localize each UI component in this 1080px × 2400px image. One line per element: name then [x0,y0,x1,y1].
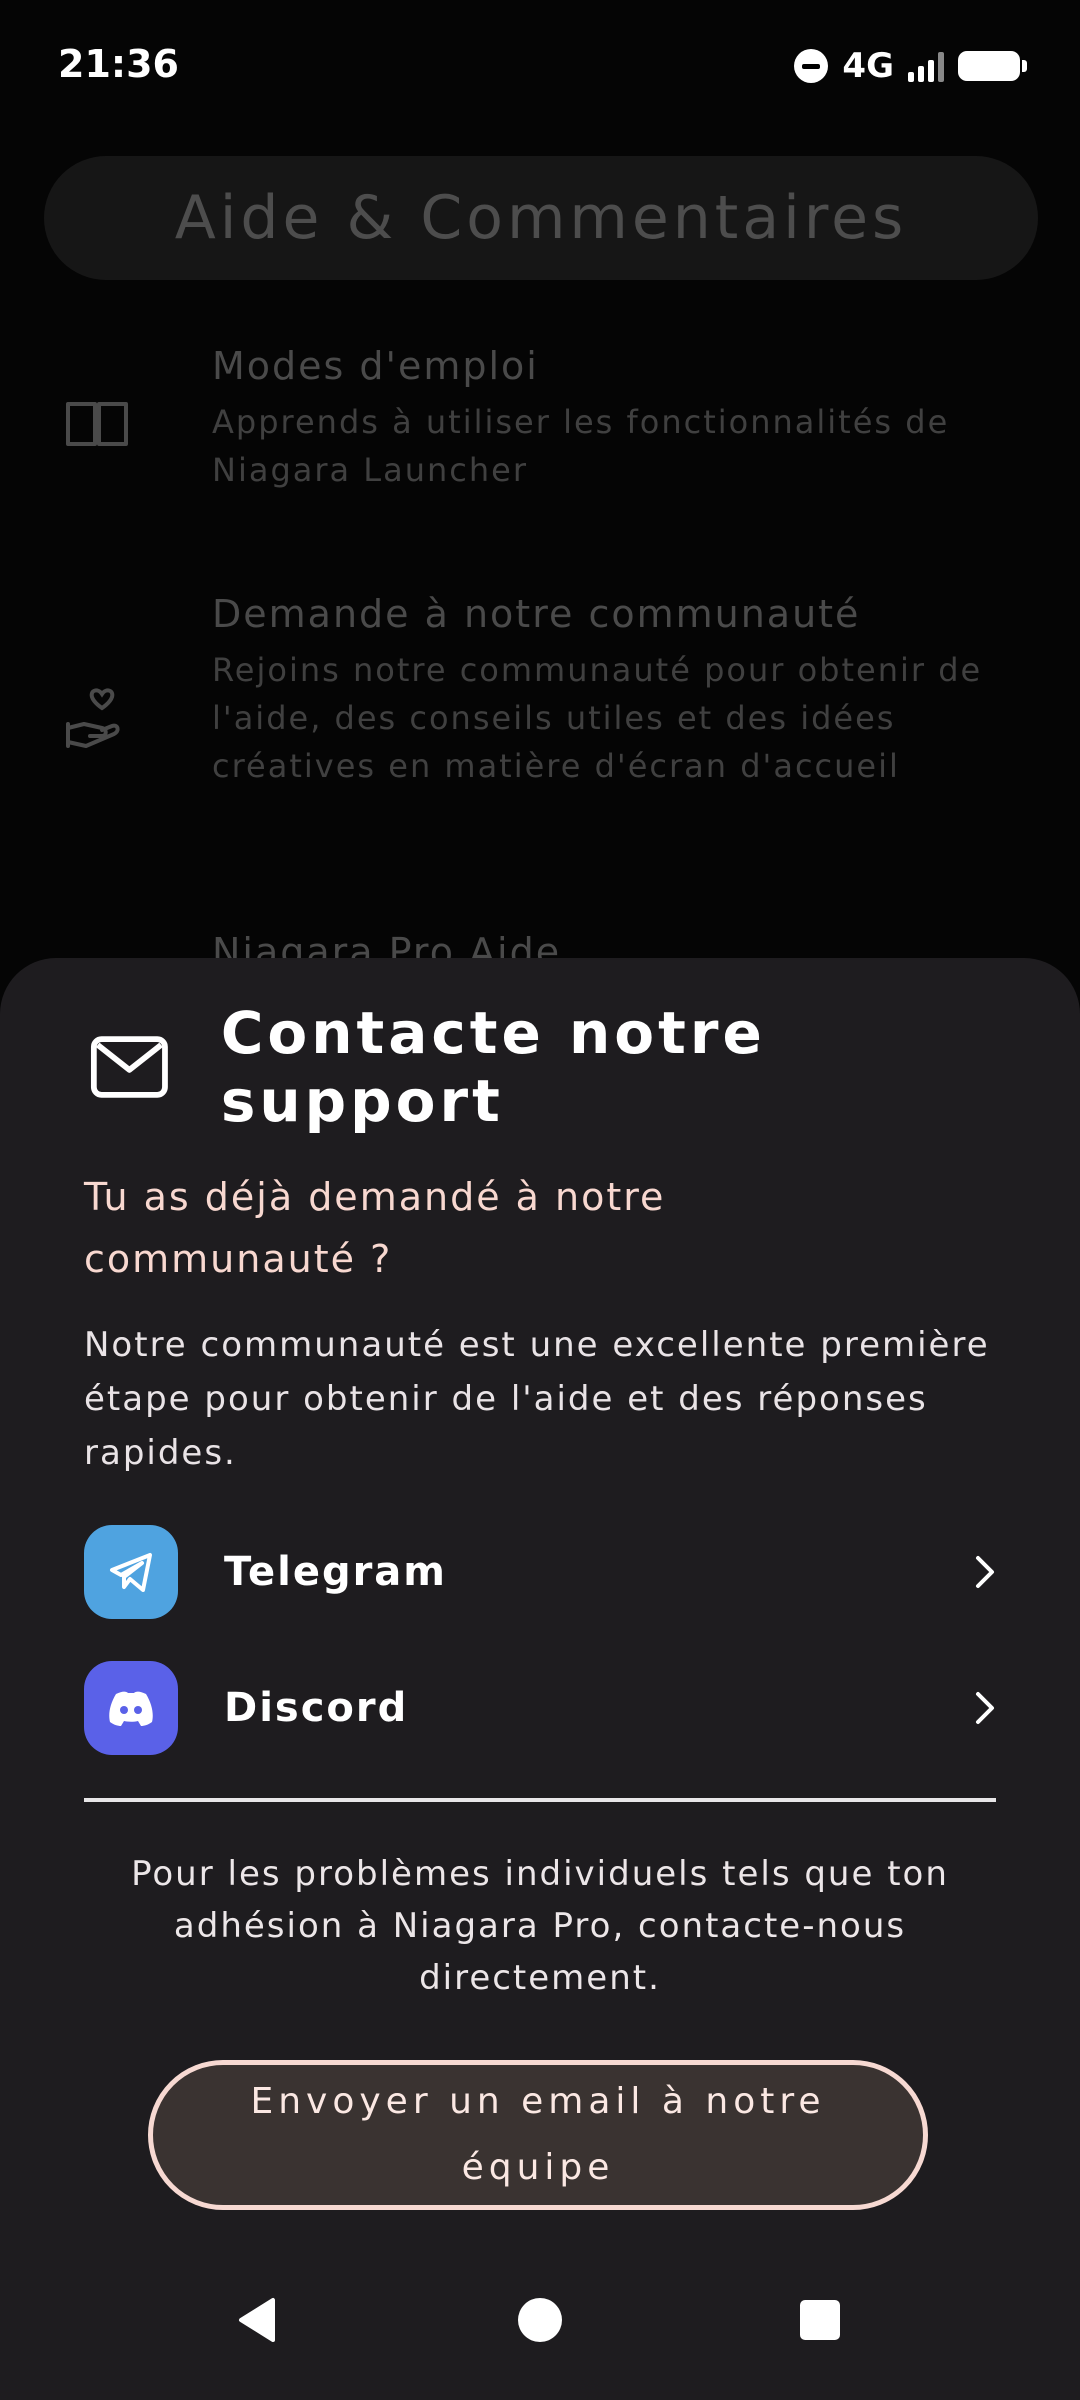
list-item-user-guides[interactable]: Modes d'emploi Apprends à utiliser les f… [0,344,1080,514]
page-title: Aide & Commentaires [174,183,908,253]
back-triangle-icon [239,2298,275,2342]
system-navigation-bar [0,2280,1080,2400]
home-button[interactable] [500,2280,580,2360]
list-item-text: Modes d'emploi Apprends à utiliser les f… [212,344,1050,494]
email-team-button[interactable]: Envoyer un email à notre équipe [148,2060,928,2210]
list-item-title: Demande à notre communauté [212,592,861,636]
back-button[interactable] [218,2280,298,2360]
sheet-header: Contacte notre support [90,999,1040,1135]
divider [84,1798,996,1802]
mail-icon [90,1036,168,1098]
recents-square-icon [800,2300,840,2340]
telegram-icon [84,1525,178,1619]
list-item-text: Demande à notre communauté Rejoins notre… [212,592,1050,790]
discord-icon [84,1661,178,1755]
home-circle-icon [518,2298,562,2342]
app-root: 21:36 4G Aide & Commentaires Modes d'emp… [0,0,1080,2400]
help-feedback-page: Aide & Commentaires Modes d'emploi Appre… [0,0,1080,1000]
discord-link[interactable]: Discord [84,1660,1000,1756]
community-description: Notre communauté est une excellente prem… [84,1325,990,1473]
recents-button[interactable] [780,2280,860,2360]
community-question: Tu as déjà demandé à notre communauté ? [84,1175,666,1281]
list-item-ask-community[interactable]: Demande à notre communauté Rejoins notre… [0,592,1080,852]
page-title-pill: Aide & Commentaires [44,156,1038,280]
chevron-right-icon [976,1692,994,1724]
discord-label: Discord [224,1685,409,1731]
hand-heart-icon [66,688,120,748]
telegram-link[interactable]: Telegram [84,1524,1000,1620]
telegram-label: Telegram [224,1549,447,1595]
chevron-right-icon [976,1556,994,1588]
email-team-button-label: Envoyer un email à notre équipe [250,2081,826,2188]
sheet-title: Contacte notre support [220,999,766,1135]
list-item-description: Rejoins notre communauté pour obtenir de… [212,651,983,785]
list-item-description: Apprends à utiliser les fonctionnalités … [212,403,950,489]
list-item-title: Modes d'emploi [212,344,539,388]
individual-issues-note: Pour les problèmes individuels tels que … [131,1854,949,1998]
book-icon [66,402,128,446]
